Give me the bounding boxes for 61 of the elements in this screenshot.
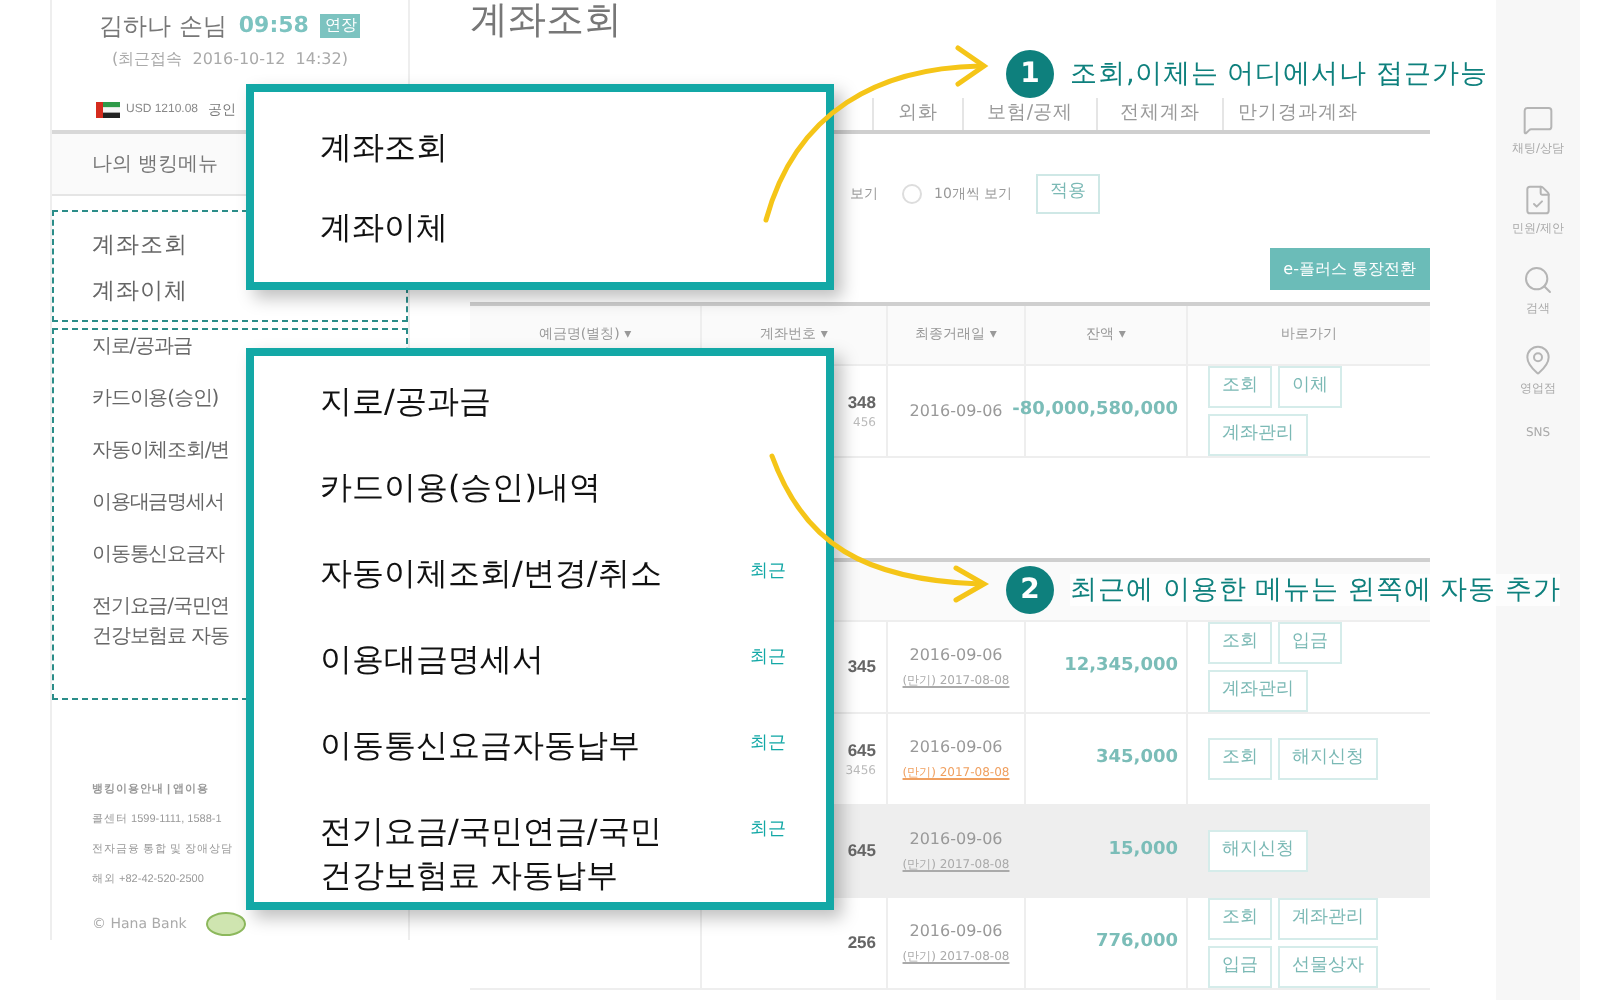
search-icon: [1522, 264, 1554, 296]
action-button[interactable]: 입금: [1208, 946, 1272, 988]
action-button[interactable]: 입금: [1278, 622, 1342, 664]
step-number: 1: [1006, 50, 1054, 98]
action-button[interactable]: 이체: [1278, 366, 1342, 408]
date-cell: 2016-09-06: [909, 644, 1003, 668]
account-number: 345: [847, 654, 876, 680]
account-number: 645: [847, 838, 876, 864]
recent-tag: 최근: [750, 732, 786, 759]
account-number: 348: [847, 389, 876, 415]
balance-cell-text: 15,000: [1108, 837, 1178, 864]
menu-item[interactable]: 지로/공과금: [320, 380, 491, 424]
menu-item[interactable]: 카드이용(승인)내역: [320, 466, 601, 510]
action-button[interactable]: 계좌관리: [1278, 898, 1378, 940]
convert-button[interactable]: e-플러스 통장전환: [1269, 248, 1430, 290]
action-button[interactable]: 조회: [1208, 622, 1272, 664]
balance-cell-text: 345,000: [1096, 745, 1178, 772]
recent-tag: 최근: [750, 646, 786, 673]
recent-tag: 최근: [750, 560, 786, 587]
action-button[interactable]: 계좌관리: [1208, 670, 1308, 712]
menu-item[interactable]: 계좌조회: [320, 127, 826, 167]
action-button[interactable]: 해지신청: [1208, 830, 1308, 872]
map-pin-icon: [1522, 344, 1554, 376]
menu-heading: 나의 뱅킹메뉴: [92, 151, 219, 179]
document-check-icon: [1522, 184, 1554, 216]
apply-button[interactable]: 적용: [1036, 174, 1101, 214]
menu-item[interactable]: 자동이체조회/변경/취소: [320, 552, 662, 596]
action-button[interactable]: 해지신청: [1278, 738, 1378, 780]
account-number: 645: [847, 737, 876, 763]
action-button[interactable]: 계좌관리: [1208, 414, 1308, 456]
extend-button[interactable]: 연장: [320, 14, 361, 38]
callout-text: 최근에 이용한 메뉴는 왼쪽에 자동 추가: [1070, 574, 1561, 606]
menu-item[interactable]: 전기요금/국민연금/국민 건강보험료 자동납부: [320, 810, 662, 898]
account-number: 256: [847, 930, 876, 956]
menu-item[interactable]: 계좌이체: [320, 207, 826, 247]
balance-cell-text: 776,000: [1096, 929, 1178, 956]
balance-cell-text: -80,000,580,000: [1012, 397, 1178, 424]
action-button[interactable]: 조회: [1208, 738, 1272, 780]
flag-icon: [96, 102, 120, 119]
certification-mark-icon: [206, 912, 247, 936]
action-button[interactable]: 조회: [1208, 898, 1272, 940]
tab[interactable]: 외화: [872, 98, 962, 130]
session-time: 09:58: [238, 9, 309, 42]
page-title: 계좌조회: [470, 0, 624, 40]
tab[interactable]: 전체계좌: [1096, 98, 1222, 130]
last-login-text: (최근접속 2016-10-12 14:32): [110, 48, 350, 72]
balance-cell-text: 12,345,000: [1064, 653, 1178, 680]
action-button[interactable]: 선물상자: [1278, 946, 1378, 988]
menu-item[interactable]: 이용대금명세서: [320, 638, 544, 682]
date-cell: 2016-09-06: [909, 920, 1003, 944]
tab[interactable]: 만기경과계좌: [1222, 98, 1372, 130]
chat-icon: [1522, 104, 1554, 136]
callout-text: 조회,이체는 어디에서나 접근가능: [1070, 58, 1488, 90]
customer-name: 김하나 손님: [99, 10, 227, 44]
date-cell: 2016-09-06: [909, 736, 1003, 760]
recent-tag: 최근: [750, 818, 786, 845]
date-cell: 2016-09-06: [909, 399, 1003, 423]
action-button[interactable]: 조회: [1208, 366, 1272, 408]
menu-item[interactable]: 이동통신요금자동납부: [320, 724, 640, 768]
radio-button[interactable]: [902, 184, 922, 204]
date-cell: 2016-09-06: [909, 828, 1003, 852]
